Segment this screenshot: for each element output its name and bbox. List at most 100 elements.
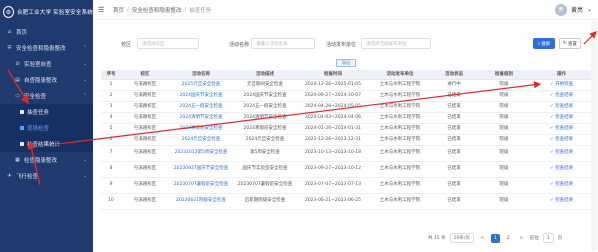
breadcrumb-home[interactable]: 首页 xyxy=(113,6,124,14)
check-result-button[interactable]: ✓ 检查结果 xyxy=(531,161,592,178)
cell-department: 土木与水利工程学院 xyxy=(369,112,431,124)
cell-activity-name[interactable]: 2025元旦安全检查 xyxy=(169,79,233,91)
cell-level: 院级 xyxy=(477,145,531,162)
column-header: 活动名称 xyxy=(169,70,233,80)
cell-activity-name[interactable]: 2024元旦安全检查 xyxy=(169,134,233,146)
check-result-button[interactable]: ✓ 检查结果 xyxy=(531,177,592,194)
campus-select[interactable]: 请选择校区 xyxy=(137,38,199,49)
cell-campus: 屯溪路校区 xyxy=(121,90,169,102)
cell-department: 土木与水利工程学院 xyxy=(369,90,431,102)
cell-level: 院级 xyxy=(477,177,531,194)
check-result-button[interactable]: ✓ 检查结果 xyxy=(531,90,592,102)
cell-activity-name[interactable]: 20230707暑假前安全检查 xyxy=(169,177,233,194)
column-header: 序号 xyxy=(101,70,121,80)
sidebar-item-spot-stats[interactable]: 抽查结果统计 xyxy=(0,136,93,152)
sidebar-item-onsite-check[interactable]: 现场检查 xyxy=(0,120,93,136)
check-result-button[interactable]: ✓ 检查结果 xyxy=(531,101,592,113)
goto-suffix: 页 xyxy=(557,236,563,241)
cell-status: 已结束 xyxy=(431,161,477,178)
cell-department: 土木与水利工程学院 xyxy=(369,101,431,113)
sidebar-item-label: 现场检查 xyxy=(27,126,50,132)
cell-time: 2024-04-03~2024-04-06 xyxy=(297,112,369,124)
sidebar-item-label: 首页 xyxy=(16,30,28,36)
cell-activity-name[interactable]: 20231013第5周安全检查 xyxy=(169,145,233,162)
refresh-icon: ↻ xyxy=(563,41,567,46)
check-result-button[interactable]: ✓ 检查结果 xyxy=(531,112,592,124)
page-button-2[interactable]: 2 xyxy=(504,234,513,243)
cell-time: 2024-12-26~2025-01-05 xyxy=(297,79,369,91)
breadcrumb-section[interactable]: 安全检查和隐患整改 xyxy=(132,6,182,14)
table-row: 8 屯溪路校区 20230927国庆节安全检查 国庆节实验室安全检查 2023-… xyxy=(101,161,592,178)
chevron-down-icon: ⌄ xyxy=(82,77,87,83)
cell-description: 2024五一假安全检查 xyxy=(233,101,297,113)
reset-button[interactable]: ↻ 重置 xyxy=(559,38,581,49)
menu-toggle-icon[interactable]: ☰ xyxy=(98,6,110,14)
export-button[interactable]: 导出 xyxy=(336,59,356,67)
cell-department: 土木与水利工程学院 xyxy=(369,123,431,135)
cell-level: 院级 xyxy=(477,134,531,146)
sidebar-item-home[interactable]: ⌂ 首页 xyxy=(0,24,93,40)
sidebar-item-label: 检查隐患整改 xyxy=(24,158,58,164)
cell-time: 2023-12-26~2023-12-31 xyxy=(297,134,369,146)
table-row: 10 屯溪路校区 20230621院级安全检查 启新期院级安全检查 2023-0… xyxy=(101,193,592,210)
page-scrollbar[interactable] xyxy=(591,21,597,251)
chevron-up-icon: ⌃ xyxy=(82,93,87,99)
department-select[interactable]: 请选择活动发布单位 xyxy=(361,38,431,49)
cell-activity-name[interactable]: 20230927国庆节安全检查 xyxy=(169,161,233,178)
cell-level: 院级 xyxy=(477,193,531,210)
cell-index: 9 xyxy=(101,177,121,194)
cell-time: 2024-04-28~2024-05-05 xyxy=(297,101,369,113)
search-button-label: 搜索 xyxy=(541,41,551,47)
cell-index: 8 xyxy=(101,161,121,178)
user-menu[interactable]: 黄 黄亮 ⌄ xyxy=(554,3,592,16)
cell-index: 10 xyxy=(101,193,121,210)
cell-campus: 屯溪路校区 xyxy=(121,79,169,91)
chevron-down-icon: ⌄ xyxy=(82,173,87,179)
prev-page-button[interactable]: < xyxy=(478,234,487,243)
sidebar-item-spot-tasks[interactable]: 抽查任务 xyxy=(0,104,93,120)
sidebar-item-check-rectify[interactable]: ▦ 检查隐患整改 ⌄ xyxy=(0,152,93,168)
plane-icon: ✈ xyxy=(7,173,12,179)
cell-time: 2023-06-21~2023-06-25 xyxy=(297,193,369,210)
goto-page-input[interactable]: 1 xyxy=(542,233,554,243)
page-button-1[interactable]: 1 xyxy=(490,233,500,243)
breadcrumb-current: 抽查任务 xyxy=(189,7,212,14)
sidebar-item-lab-selfcheck[interactable]: ⊙ 实验室自查 ⌄ xyxy=(0,56,93,72)
reset-button-label: 重置 xyxy=(567,41,577,47)
square-icon xyxy=(20,110,24,114)
sidebar-item-safety-check[interactable]: ▭ 安全检查 ⌃ xyxy=(0,88,93,104)
cell-status: 已结束 xyxy=(431,90,477,102)
table-row: 2 屯溪路校区 2024国庆节安全检查 2024国庆节安全检查 2024-09-… xyxy=(101,90,592,102)
cell-activity-name[interactable]: 2024寒假前安全检查 xyxy=(169,123,233,135)
sidebar-item-selfcheck-rectify[interactable]: ▤ 自查隐患整改 ⌄ xyxy=(0,72,93,88)
cell-activity-name[interactable]: 20230621院级安全检查 xyxy=(169,193,233,210)
avatar: 黄 xyxy=(554,3,567,16)
user-name: 黄亮 xyxy=(570,7,583,14)
breadcrumb: 首页 / 安全检查和隐患整改 / 抽查任务 xyxy=(113,6,211,14)
cell-activity-name[interactable]: 2024五一假安全检查 xyxy=(169,101,233,113)
sidebar-item-label: 飞行检查 xyxy=(16,174,39,180)
start-check-button[interactable]: ✓ 开始检查 xyxy=(531,79,592,91)
next-page-button[interactable]: > xyxy=(517,234,526,243)
page-size-select[interactable]: 10条/页 xyxy=(449,233,474,243)
check-result-button[interactable]: ✓ 检查结果 xyxy=(531,193,592,210)
cell-status: 已结束 xyxy=(431,145,477,162)
cell-department: 土木与水利工程学院 xyxy=(369,134,431,146)
activity-name-label: 活动名称 xyxy=(229,42,250,48)
sidebar-item-flight-check[interactable]: ✈ 飞行检查 ⌄ xyxy=(0,168,93,184)
column-header: 检查时间 xyxy=(297,70,369,80)
check-result-button[interactable]: ✓ 检查结果 xyxy=(531,123,592,135)
cell-activity-name[interactable]: 2024清明节安全检查 xyxy=(169,112,233,124)
sidebar-item-safety-inspection[interactable]: ⛨ 安全检查和隐患整改 ⌃ xyxy=(0,40,93,56)
check-result-button[interactable]: ✓ 检查结果 xyxy=(531,134,592,146)
square-icon xyxy=(20,142,24,146)
check-result-button[interactable]: ✓ 检查结果 xyxy=(531,145,592,162)
cell-index: 2 xyxy=(101,90,121,102)
cell-department: 土木与水利工程学院 xyxy=(369,145,431,162)
cell-activity-name[interactable]: 2024国庆节安全检查 xyxy=(169,90,233,102)
cell-level: 院级 xyxy=(477,79,531,91)
column-header: 活动描述 xyxy=(233,70,297,80)
search-button[interactable]: ⌕ 搜索 xyxy=(533,38,555,49)
activity-name-input[interactable]: 请输入活动名称 xyxy=(251,38,315,49)
cell-description: 2024清明节安全检查 xyxy=(233,112,297,124)
